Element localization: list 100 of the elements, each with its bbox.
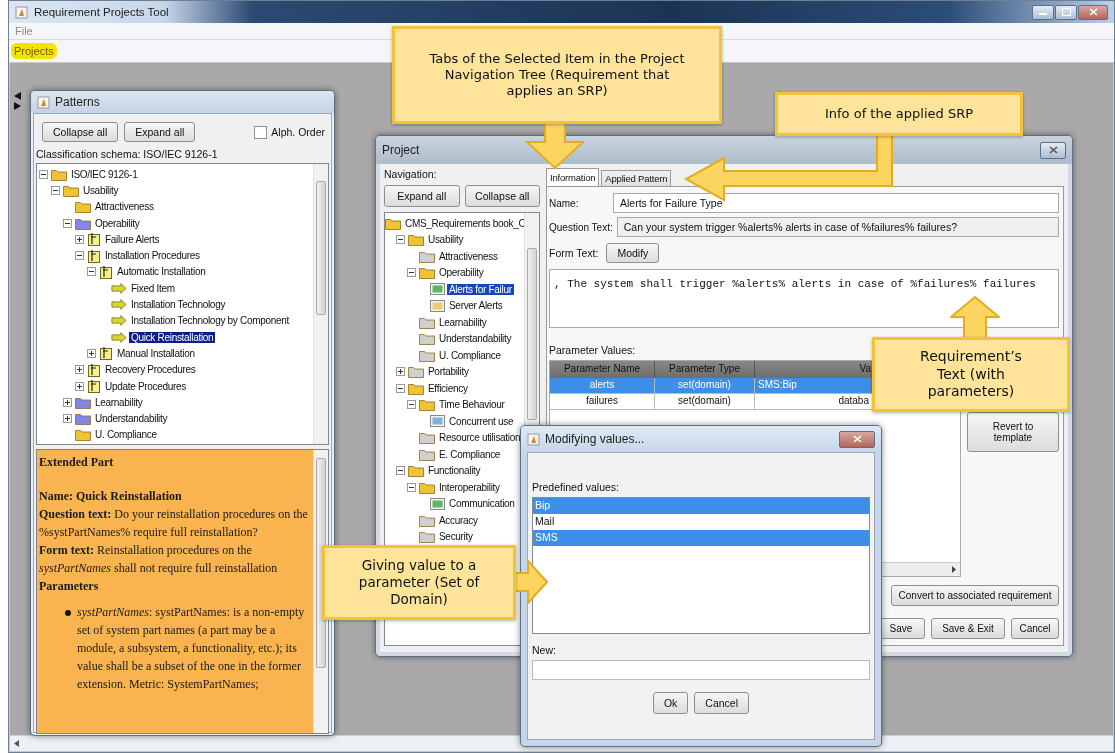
- expand-icon[interactable]: [63, 397, 72, 407]
- tree-item[interactable]: Operability: [437, 267, 486, 279]
- collapse-icon[interactable]: [407, 400, 416, 410]
- tree-item[interactable]: Functionality: [426, 465, 483, 477]
- expand-icon[interactable]: [87, 348, 96, 358]
- save-exit-button[interactable]: Save & Exit: [931, 618, 1005, 639]
- input-field[interactable]: [532, 660, 870, 680]
- column-header[interactable]: Parameter Name: [550, 361, 655, 379]
- app-icon: [15, 5, 28, 19]
- revert-button[interactable]: Revert to template: [967, 412, 1059, 453]
- tree-item[interactable]: E. Compliance: [437, 448, 503, 460]
- tab[interactable]: Information: [546, 168, 600, 186]
- window-title: Requirement Projects Tool: [34, 6, 169, 18]
- table-cell: alerts: [550, 378, 655, 395]
- tree-item[interactable]: Alerts for Failur: [447, 283, 514, 295]
- tree-item[interactable]: Operability: [93, 217, 142, 229]
- cancel-button[interactable]: Cancel: [1011, 618, 1059, 639]
- tree-item[interactable]: Concurrent use: [447, 415, 516, 427]
- tree-item[interactable]: Server Alerts: [447, 300, 505, 312]
- tree-item[interactable]: Efficiency: [426, 382, 470, 394]
- collapse-icon[interactable]: [63, 218, 72, 228]
- close-button[interactable]: [1040, 141, 1066, 159]
- tree-item[interactable]: Usability: [426, 234, 466, 246]
- pattern-icon: [87, 379, 101, 393]
- folder-icon: [75, 428, 91, 442]
- collapse-all-button[interactable]: Collapse all: [42, 122, 119, 142]
- checkbox[interactable]: [254, 125, 268, 139]
- expand-all-button[interactable]: Expand all: [124, 122, 196, 142]
- column-header[interactable]: Va: [755, 361, 873, 379]
- tree-item[interactable]: Attractiveness: [437, 250, 500, 262]
- name-field[interactable]: Alerts for Failure Type: [613, 193, 1059, 213]
- folder-icon: [75, 200, 91, 214]
- tree-item[interactable]: Installation Procedures: [103, 250, 202, 262]
- values-list[interactable]: Bip Mail SMS: [532, 497, 870, 634]
- tree-item[interactable]: Learnability: [437, 316, 489, 328]
- expand-icon[interactable]: [63, 414, 72, 424]
- modify-button[interactable]: Modify: [606, 243, 660, 263]
- collapse-icon[interactable]: [407, 482, 416, 492]
- tree-item[interactable]: Understandability: [93, 413, 170, 425]
- tree-item[interactable]: Time Behaviour: [437, 399, 507, 411]
- pattern-icon: [99, 346, 113, 361]
- scrollbar[interactable]: [313, 450, 328, 733]
- callout-arrow: [514, 560, 548, 604]
- tab[interactable]: Applied Pattern: [601, 170, 672, 186]
- tab[interactable]: Projects: [11, 43, 57, 59]
- ok-button[interactable]: Ok: [652, 692, 689, 714]
- cancel-button[interactable]: Cancel: [694, 692, 750, 714]
- collapse-icon[interactable]: [396, 235, 405, 245]
- section-heading: Extended Part: [39, 454, 115, 471]
- expand-icon[interactable]: [75, 381, 84, 391]
- form-text-area[interactable]: , The system shall trigger %alerts% alerts in case of %failures% failures: [549, 269, 1059, 329]
- bullet-icon: [65, 610, 71, 616]
- expand-icon[interactable]: [396, 367, 405, 377]
- tree-item[interactable]: Fixed Item: [129, 282, 177, 294]
- field-label: New:: [532, 644, 557, 656]
- convert-button[interactable]: Convert to associated requirement: [891, 585, 1059, 606]
- collapse-all-button[interactable]: Collapse all: [464, 185, 540, 207]
- question-field[interactable]: Can your system trigger %alerts% alerts in case of %failures% failures?: [616, 217, 1059, 237]
- minimize-button[interactable]: [1032, 4, 1054, 20]
- tree-item[interactable]: ISO/IEC 9126-1: [69, 168, 140, 180]
- collapse-icon[interactable]: [396, 383, 405, 393]
- maximize-button[interactable]: [1055, 4, 1077, 20]
- collapse-icon[interactable]: [407, 268, 416, 278]
- tree-item[interactable]: Attractiveness: [93, 201, 156, 213]
- tree-item[interactable]: Understandability: [437, 333, 514, 345]
- folder-icon: [419, 431, 435, 445]
- maximize-icon: [1061, 8, 1071, 16]
- tree-item[interactable]: Failure Alerts: [103, 233, 162, 245]
- tree-item[interactable]: Resource utilisation: [437, 432, 523, 444]
- expand-icon[interactable]: [75, 365, 84, 375]
- tree-item[interactable]: Portability: [426, 366, 471, 378]
- close-button[interactable]: [839, 430, 875, 448]
- dialog-title: Modifying values...: [545, 432, 645, 446]
- collapse-icon[interactable]: [87, 267, 96, 277]
- collapse-icon[interactable]: [396, 466, 405, 476]
- tree-item[interactable]: Installation Technology: [129, 299, 228, 310]
- tree-item[interactable]: Quick Reinstallation: [129, 331, 216, 343]
- tree-item[interactable]: Installation Technology by Component: [129, 315, 291, 327]
- expand-icon[interactable]: [75, 234, 84, 244]
- tree-item[interactable]: Security: [437, 531, 475, 543]
- tree-item[interactable]: U. Compliance: [437, 349, 503, 361]
- tree-item[interactable]: Accuracy: [437, 514, 480, 526]
- tree-item[interactable]: U. Compliance: [93, 429, 159, 441]
- scrollbar[interactable]: [313, 164, 328, 444]
- collapse-icon[interactable]: [39, 169, 48, 179]
- tree-item[interactable]: Automatic Installation: [115, 266, 208, 278]
- tree-item[interactable]: Recovery Procedures: [103, 364, 198, 376]
- expand-all-button[interactable]: Expand all: [384, 185, 460, 207]
- column-header[interactable]: Parameter Type: [655, 361, 755, 379]
- tree-item[interactable]: Manual Installation: [115, 347, 197, 359]
- tree-item[interactable]: Interoperability: [437, 481, 502, 493]
- callout-arrow: [950, 296, 1000, 340]
- tree-item[interactable]: Update Procedures: [103, 380, 189, 392]
- tree-item[interactable]: Communication: [447, 498, 517, 510]
- collapse-icon[interactable]: [75, 251, 84, 261]
- tree-item[interactable]: Learnability: [93, 396, 145, 408]
- form-text: Form text: Reinstallation procedures on the systPartNames shall not require full reinstallation: [39, 542, 279, 577]
- close-button[interactable]: [1078, 4, 1108, 20]
- collapse-icon[interactable]: [51, 185, 60, 195]
- tree-item[interactable]: Usability: [81, 184, 121, 196]
